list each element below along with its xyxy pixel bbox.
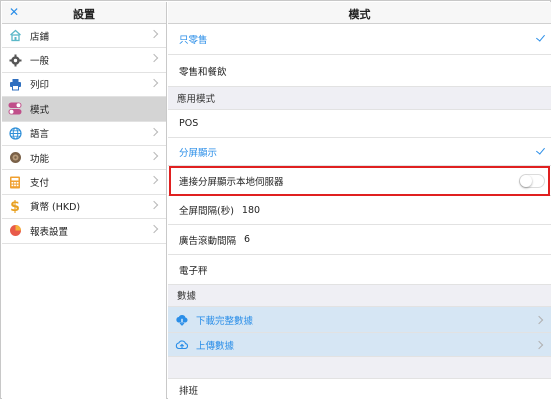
report-icon [8,224,22,238]
chevron-right-icon [149,78,159,88]
fullscreen-interval-row[interactable]: 全屏間隔(秒) 180 [168,196,551,225]
sidebar-item-language[interactable]: 語言 [2,122,166,146]
app-window: ✕ 設置 店鋪 一般 列印 模式 語言 功能 支付 $ 貨幣 (HKD) 報表設… [0,0,551,401]
sidebar-item-currency[interactable]: $ 貨幣 (HKD) [2,195,166,220]
option-label: POS [179,118,199,129]
schedule-section-spacer [168,357,551,379]
sidebar-item-label: 功能 [30,153,50,165]
sidebar-item-label: 支付 [30,178,50,190]
globe-icon [8,126,22,140]
schedule-row[interactable]: 排班 [168,379,551,401]
function-icon [8,151,22,165]
option-label: 分屏顯示 [179,147,218,159]
data-section-header: 數據 [168,285,551,307]
ad-scroll-interval-row[interactable]: 廣告滾動間隔 6 [168,225,551,255]
sidebar-item-report[interactable]: 報表設置 [2,219,166,244]
page-title: 模式 [348,8,371,21]
sidebar-item-payment[interactable]: 支付 [2,170,166,195]
section-title: 應用模式 [177,94,216,105]
chevron-right-icon [149,224,159,234]
option-split-display[interactable]: 分屏顯示 [168,138,551,166]
setting-value: 180 [241,204,261,216]
svg-text:$: $ [10,199,20,213]
sidebar-title: 設置 [73,8,95,21]
setting-label: 廣告滾動間隔 [179,235,237,247]
section-title: 數據 [177,291,197,302]
sidebar-item-label: 一般 [30,56,50,68]
option-retail-only[interactable]: 只零售 [168,24,551,55]
sidebar-item-label: 語言 [30,129,50,141]
action-label: 上傳數據 [196,340,235,352]
main-header: 模式 [168,2,551,24]
sidebar-item-label: 貨幣 (HKD) [30,202,81,214]
mode-panel: 模式 只零售 零售和餐飲 應用模式 POS 分屏顯示 連接分屏顯示本地伺服器 全… [168,2,551,401]
printer-icon [8,77,22,91]
cloud-download-icon [175,314,189,326]
store-icon [8,29,22,43]
upload-data-row[interactable]: 上傳數據 [168,333,551,357]
app-mode-section-header: 應用模式 [168,87,551,110]
chevron-right-icon [149,151,159,161]
toggle-icon [8,102,22,116]
option-label: 只零售 [179,35,208,46]
option-pos[interactable]: POS [168,110,551,138]
chevron-right-icon [534,340,544,349]
chevron-right-icon [149,54,159,63]
sidebar-item-store[interactable]: 店鋪 [2,24,166,49]
calculator-icon [8,175,22,189]
sidebar-item-general[interactable]: 一般 [2,48,166,73]
chevron-right-icon [149,127,159,136]
sidebar-item-label: 店鋪 [30,31,50,43]
download-full-data-row[interactable]: 下載完整數據 [168,307,551,333]
checkmark-icon [536,144,545,155]
dollar-icon: $ [8,199,22,213]
setting-label: 全屏間隔(秒) [179,206,234,217]
sidebar-item-label: 報表設置 [30,226,69,238]
setting-label: 電子秤 [179,265,208,277]
setting-label: 排班 [179,386,199,397]
sidebar-item-mode[interactable]: 模式 [2,97,166,122]
sidebar-item-label: 列印 [30,80,50,92]
chevron-right-icon [149,200,159,209]
sidebar-item-print[interactable]: 列印 [2,73,166,98]
checkmark-icon [536,32,545,42]
scale-row[interactable]: 電子秤 [168,255,551,285]
option-label: 零售和餐飲 [179,66,227,78]
chevron-right-icon [534,315,544,324]
sidebar-item-function[interactable]: 功能 [2,146,166,171]
settings-sidebar: ✕ 設置 店鋪 一般 列印 模式 語言 功能 支付 $ 貨幣 (HKD) 報表設… [2,2,167,399]
sidebar-header: ✕ 設置 [2,2,166,24]
sidebar-item-label: 模式 [30,104,50,116]
gear-icon [8,53,22,67]
option-retail-and-dining[interactable]: 零售和餐飲 [168,55,551,87]
cloud-upload-icon [175,339,189,351]
chevron-right-icon [149,29,159,39]
action-label: 下載完整數據 [196,315,254,327]
setting-value: 6 [244,234,251,245]
highlight-box [169,166,550,196]
chevron-right-icon [149,176,159,185]
